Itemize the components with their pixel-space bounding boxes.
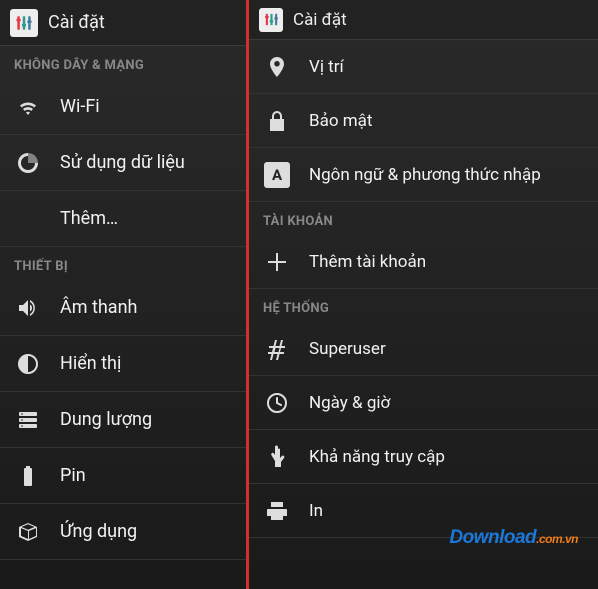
- app-settings-icon: [259, 8, 283, 32]
- storage-icon: [14, 408, 42, 432]
- settings-item-label: Thêm tài khoản: [309, 252, 426, 272]
- settings-item-data-usage[interactable]: Sử dụng dữ liệu: [0, 135, 246, 191]
- settings-item-label: Hiển thị: [60, 353, 121, 374]
- print-icon: [263, 499, 291, 523]
- settings-panel-right: Cài đặt Vị trí Bảo mật A Ngôn ngữ & phươ…: [249, 0, 598, 589]
- settings-item-label: Âm thanh: [60, 297, 137, 318]
- settings-item-wifi[interactable]: Wi-Fi: [0, 79, 246, 135]
- settings-item-accessibility[interactable]: Khả năng truy cập: [249, 430, 598, 484]
- data-usage-icon: [14, 151, 42, 175]
- plus-icon: [263, 250, 291, 274]
- display-icon: [14, 352, 42, 376]
- settings-item-label: Bảo mật: [309, 111, 372, 131]
- settings-item-display[interactable]: Hiển thị: [0, 336, 246, 392]
- settings-item-label: Sử dụng dữ liệu: [60, 152, 185, 173]
- settings-item-print[interactable]: In: [249, 484, 598, 538]
- battery-icon: [14, 464, 42, 488]
- settings-item-label: Thêm…: [60, 208, 118, 229]
- settings-item-add-account[interactable]: Thêm tài khoản: [249, 235, 598, 289]
- sound-icon: [14, 296, 42, 320]
- app-title: Cài đặt: [293, 10, 347, 30]
- settings-panel-left: Cài đặt KHÔNG DÂY & MẠNG Wi-Fi Sử dụng d…: [0, 0, 249, 589]
- clock-icon: [263, 391, 291, 415]
- location-icon: [263, 55, 291, 79]
- hand-icon: [263, 445, 291, 469]
- settings-item-label: Vị trí: [309, 57, 344, 77]
- app-title: Cài đặt: [48, 12, 105, 33]
- settings-item-label: Ngôn ngữ & phương thức nhập: [309, 165, 541, 185]
- settings-item-label: Superuser: [309, 339, 386, 359]
- settings-item-label: Pin: [60, 465, 86, 486]
- apps-icon: [14, 520, 42, 544]
- section-header-system: HỆ THỐNG: [249, 289, 598, 322]
- settings-item-label: Khả năng truy cập: [309, 447, 445, 467]
- settings-item-label: Ngày & giờ: [309, 393, 390, 413]
- settings-item-label: Ứng dụng: [60, 521, 137, 542]
- titlebar: Cài đặt: [0, 0, 246, 46]
- settings-item-label: In: [309, 501, 323, 521]
- settings-item-language[interactable]: A Ngôn ngữ & phương thức nhập: [249, 148, 598, 202]
- section-header-accounts: TÀI KHOẢN: [249, 202, 598, 235]
- settings-item-battery[interactable]: Pin: [0, 448, 246, 504]
- wifi-icon: [14, 95, 42, 119]
- hash-icon: [263, 337, 291, 361]
- settings-item-sound[interactable]: Âm thanh: [0, 280, 246, 336]
- lock-icon: [263, 109, 291, 133]
- titlebar: Cài đặt: [249, 0, 598, 40]
- settings-item-more[interactable]: Thêm…: [0, 191, 246, 247]
- section-header-wireless: KHÔNG DÂY & MẠNG: [0, 46, 246, 79]
- settings-item-security[interactable]: Bảo mật: [249, 94, 598, 148]
- settings-item-storage[interactable]: Dung lượng: [0, 392, 246, 448]
- settings-item-datetime[interactable]: Ngày & giờ: [249, 376, 598, 430]
- language-icon: A: [263, 162, 291, 188]
- settings-item-location[interactable]: Vị trí: [249, 40, 598, 94]
- app-settings-icon: [10, 9, 38, 37]
- section-header-device: THIẾT BỊ: [0, 247, 246, 280]
- settings-item-label: Dung lượng: [60, 409, 152, 430]
- settings-item-label: Wi-Fi: [60, 96, 100, 117]
- settings-item-superuser[interactable]: Superuser: [249, 322, 598, 376]
- settings-item-apps[interactable]: Ứng dụng: [0, 504, 246, 560]
